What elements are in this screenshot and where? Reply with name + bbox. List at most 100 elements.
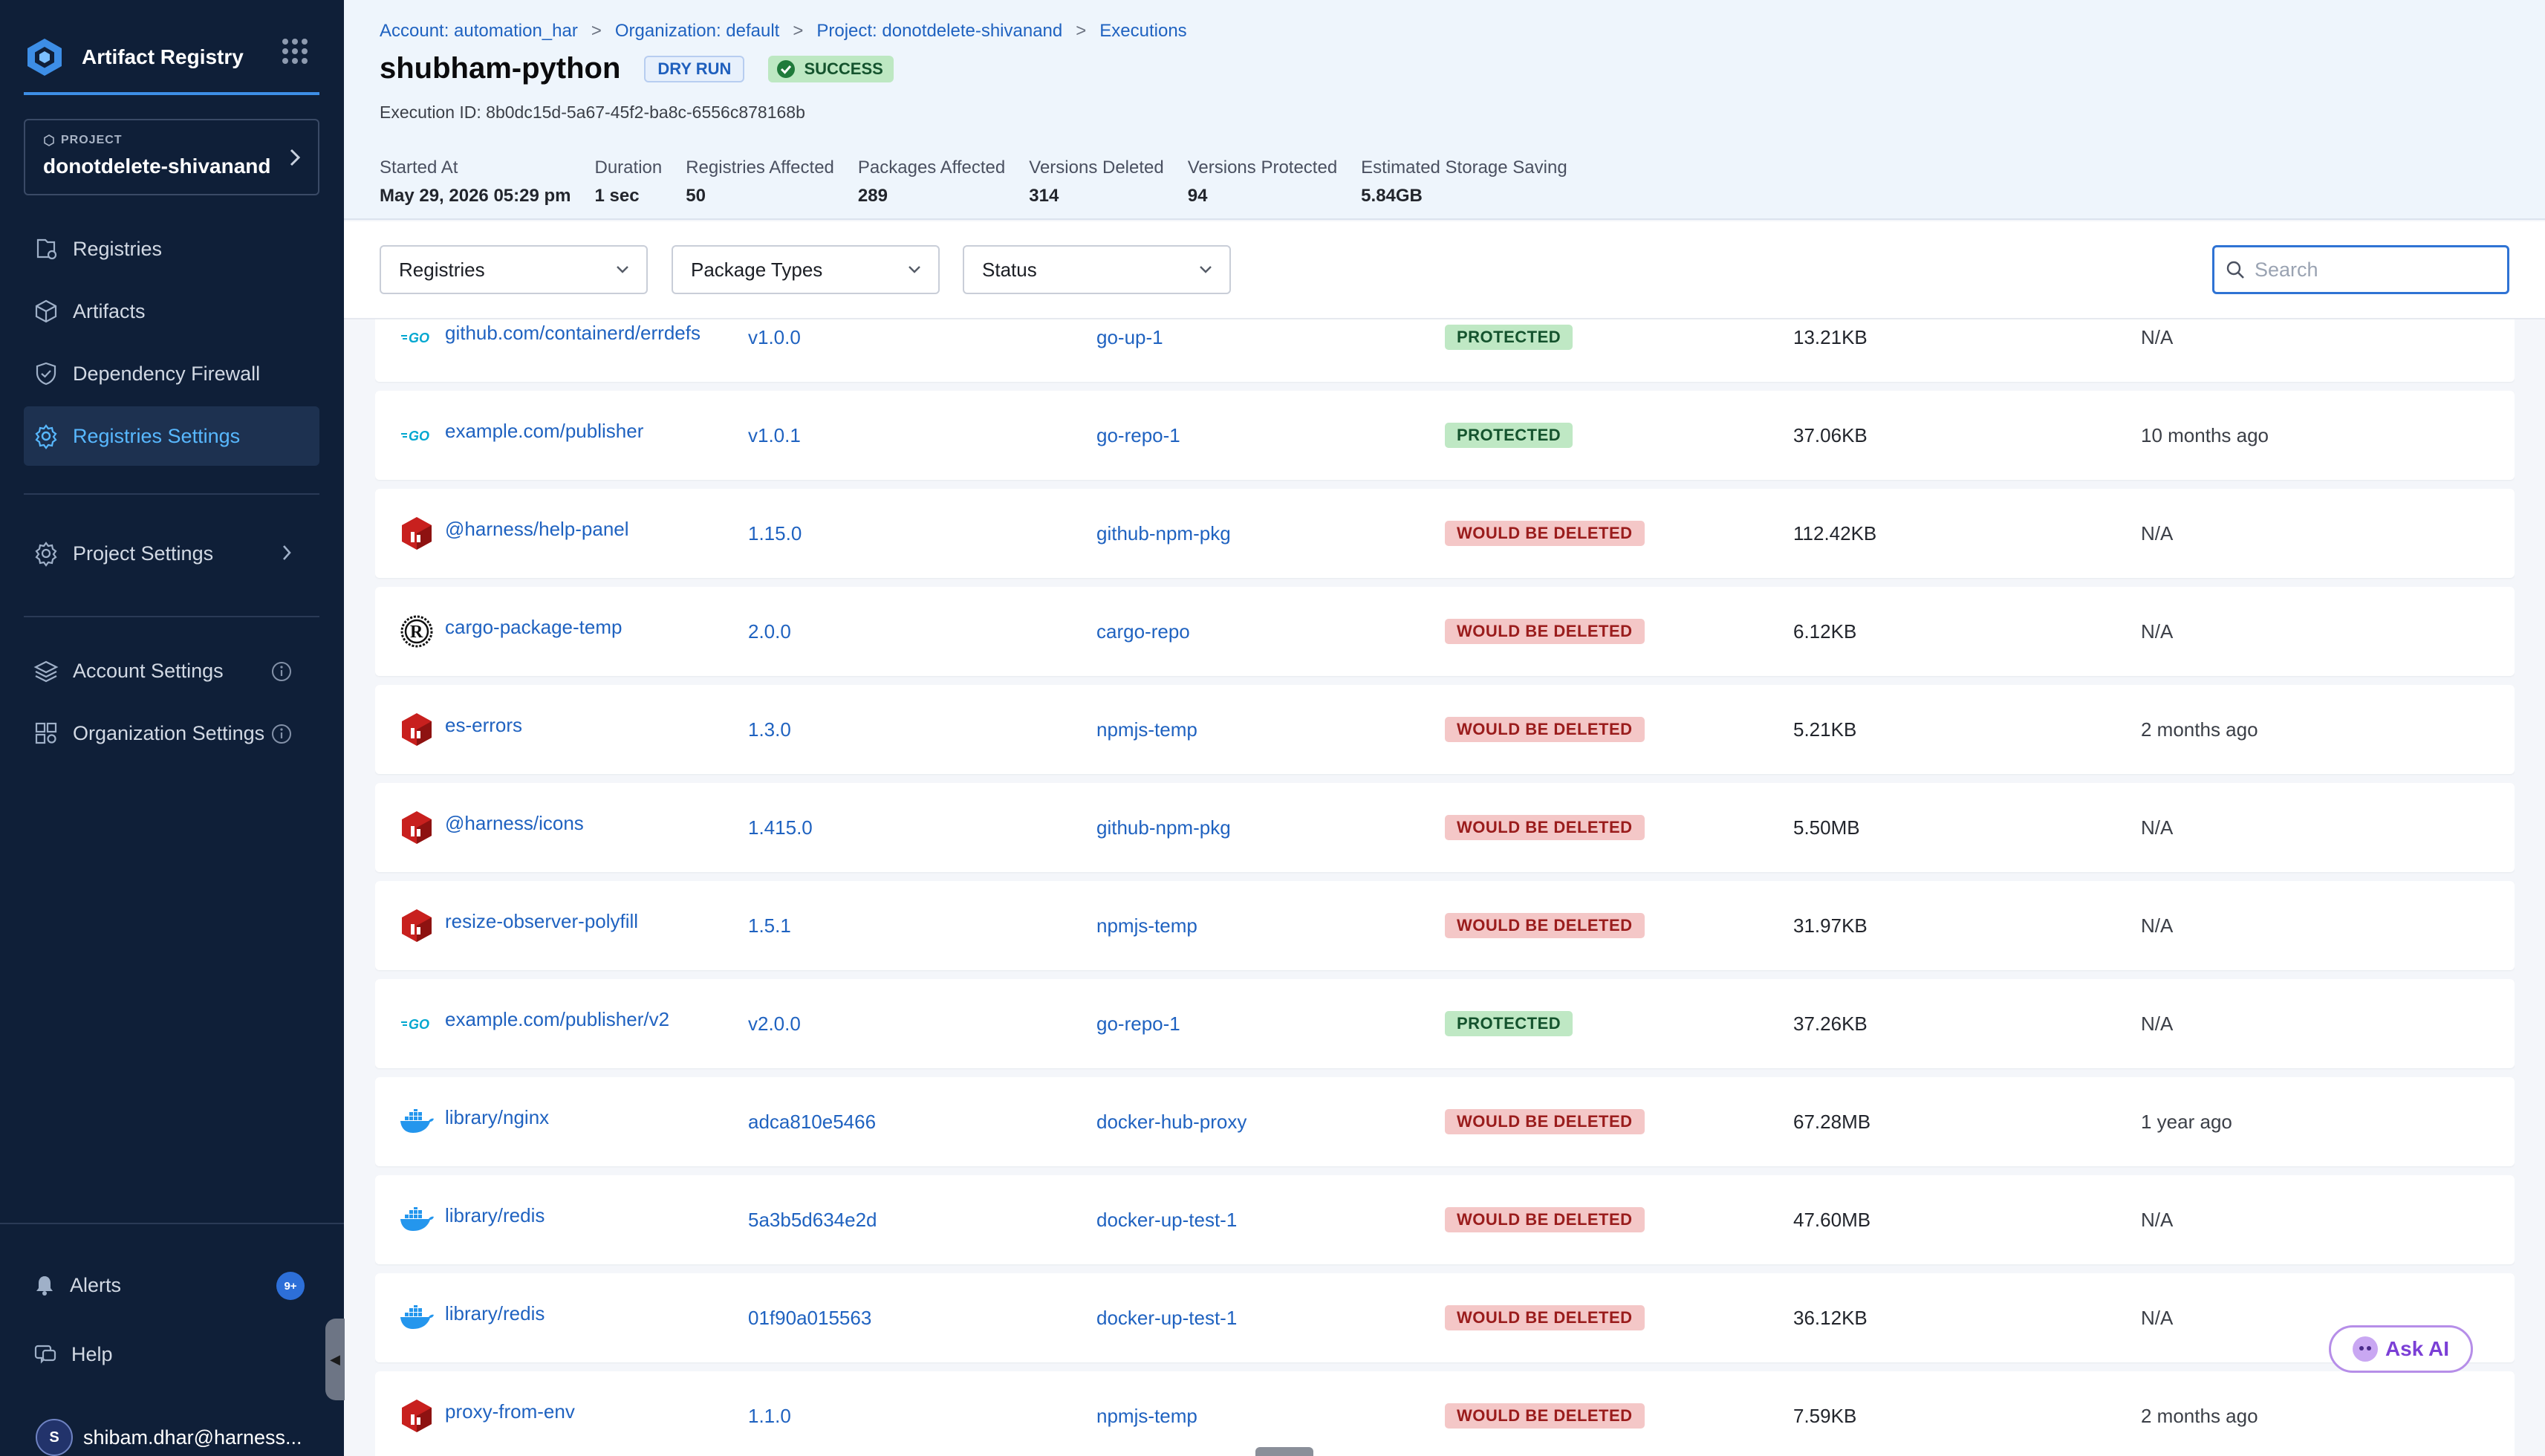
version-link[interactable]: 01f90a015563 <box>748 1307 871 1330</box>
avatar: S <box>36 1419 73 1456</box>
registry-link[interactable]: github-npm-pkg <box>1096 522 1231 545</box>
breadcrumb-executions[interactable]: Executions <box>1099 21 1186 42</box>
registry-link[interactable]: npmjs-temp <box>1096 914 1197 937</box>
package-name-link[interactable]: @harness/icons <box>445 812 584 835</box>
sidebar-collapse-handle[interactable]: ◀ <box>325 1319 345 1400</box>
registries-filter-dropdown[interactable]: Registries <box>380 245 648 294</box>
version-link[interactable]: 1.3.0 <box>748 718 791 741</box>
sidebar-item-artifacts[interactable]: Artifacts <box>24 282 319 341</box>
organization-icon <box>35 722 57 744</box>
registry-cell: github-npm-pkg <box>1096 489 1231 578</box>
docker-whale-icon <box>400 1305 434 1329</box>
stat-registries-affected: Registries Affected 50 <box>686 157 834 206</box>
registry-link[interactable]: npmjs-temp <box>1096 718 1197 741</box>
sidebar-item-organization-settings[interactable]: Organization Settings <box>24 703 319 763</box>
status-filter-dropdown[interactable]: Status <box>963 245 1231 294</box>
registry-link[interactable]: go-repo-1 <box>1096 1013 1180 1036</box>
package-types-filter-dropdown[interactable]: Package Types <box>672 245 940 294</box>
table-row[interactable]: R cargo-package-temp 2.0.0 cargo-repo WO… <box>375 587 2515 676</box>
registries-icon <box>36 238 57 260</box>
last-downloaded-cell: 2 months ago <box>2141 1404 2258 1427</box>
brand-header[interactable]: Artifact Registry <box>24 22 319 95</box>
registry-cell: npmjs-temp <box>1096 1371 1197 1456</box>
version-link[interactable]: v2.0.0 <box>748 1013 801 1036</box>
sidebar-item-alerts[interactable]: Alerts 9+ <box>24 1255 319 1315</box>
status-cell: WOULD BE DELETED <box>1445 587 1645 676</box>
table-row[interactable]: library/redis 5a3b5d634e2d docker-up-tes… <box>375 1175 2515 1264</box>
user-profile[interactable]: S shibam.dhar@harness... <box>36 1419 302 1456</box>
breadcrumb-organization[interactable]: Organization: default <box>615 21 779 42</box>
table-row[interactable]: library/redis 01f90a015563 docker-up-tes… <box>375 1273 2515 1362</box>
table-row[interactable]: resize-observer-polyfill 1.5.1 npmjs-tem… <box>375 881 2515 970</box>
breadcrumb-account[interactable]: Account: automation_har <box>380 21 578 42</box>
registry-link[interactable]: go-repo-1 <box>1096 424 1180 447</box>
docker-whale-icon <box>400 1109 434 1133</box>
info-icon[interactable] <box>270 660 293 683</box>
package-name-link[interactable]: @harness/help-panel <box>445 518 629 541</box>
sidebar-item-label: Organization Settings <box>73 721 265 744</box>
project-selector[interactable]: PROJECT donotdelete-shivanand <box>24 119 319 195</box>
registry-cell: go-up-1 <box>1096 319 1163 382</box>
sidebar-item-registries[interactable]: Registries <box>24 219 319 279</box>
package-name-link[interactable]: example.com/publisher/v2 <box>445 1008 669 1031</box>
page-title: shubham-python <box>380 52 621 85</box>
registry-link[interactable]: cargo-repo <box>1096 620 1190 643</box>
version-cell: 01f90a015563 <box>748 1273 871 1362</box>
sidebar-item-dependency-firewall[interactable]: Dependency Firewall <box>24 344 319 403</box>
table-row[interactable]: GO github.com/containerd/errdefs v1.0.0 … <box>375 319 2515 382</box>
package-name-link[interactable]: cargo-package-temp <box>445 616 622 639</box>
registry-link[interactable]: docker-hub-proxy <box>1096 1111 1247 1134</box>
app-switcher-grid-icon[interactable] <box>282 39 308 64</box>
sidebar-divider <box>24 616 319 617</box>
breadcrumb-project[interactable]: Project: donotdelete-shivanand <box>816 21 1062 42</box>
package-name-cell: GO example.com/publisher/v2 <box>399 979 669 1068</box>
status-cell: PROTECTED <box>1445 979 1573 1068</box>
table-row[interactable]: GO example.com/publisher/v2 v2.0.0 go-re… <box>375 979 2515 1068</box>
version-link[interactable]: adca810e5466 <box>748 1111 876 1134</box>
version-link[interactable]: v1.0.0 <box>748 326 801 349</box>
stat-storage-saving: Estimated Storage Saving 5.84GB <box>1361 157 1567 206</box>
sidebar-item-project-settings[interactable]: Project Settings <box>24 524 319 583</box>
table-row[interactable]: proxy-from-env 1.1.0 npmjs-temp WOULD BE… <box>375 1371 2515 1456</box>
package-name-link[interactable]: resize-observer-polyfill <box>445 910 638 933</box>
search-input[interactable] <box>2255 258 2492 282</box>
sidebar-item-help[interactable]: Help <box>24 1325 319 1384</box>
npm-package-icon <box>402 713 432 746</box>
package-name-cell: resize-observer-polyfill <box>399 881 638 970</box>
table-row[interactable]: library/nginx adca810e5466 docker-hub-pr… <box>375 1077 2515 1166</box>
package-name-link[interactable]: es-errors <box>445 714 522 737</box>
registry-link[interactable]: docker-up-test-1 <box>1096 1209 1237 1232</box>
package-name-link[interactable]: library/redis <box>445 1204 545 1227</box>
registry-link[interactable]: go-up-1 <box>1096 326 1163 349</box>
version-link[interactable]: 2.0.0 <box>748 620 791 643</box>
version-link[interactable]: 1.5.1 <box>748 914 791 937</box>
package-name-link[interactable]: library/redis <box>445 1302 545 1325</box>
version-link[interactable]: 1.1.0 <box>748 1405 791 1428</box>
package-name-link[interactable]: github.com/containerd/errdefs <box>445 322 701 345</box>
package-name-link[interactable]: example.com/publisher <box>445 420 643 443</box>
package-name-link[interactable]: library/nginx <box>445 1106 549 1129</box>
search-box[interactable] <box>2212 245 2509 294</box>
cargo-rust-icon: R <box>400 615 433 648</box>
version-link[interactable]: v1.0.1 <box>748 424 801 447</box>
table-row[interactable]: @harness/help-panel 1.15.0 github-npm-pk… <box>375 489 2515 578</box>
package-name-link[interactable]: proxy-from-env <box>445 1400 575 1423</box>
info-icon[interactable] <box>270 723 293 745</box>
table-row[interactable]: @harness/icons 1.415.0 github-npm-pkg WO… <box>375 783 2515 872</box>
registry-link[interactable]: npmjs-temp <box>1096 1405 1197 1428</box>
version-link[interactable]: 5a3b5d634e2d <box>748 1209 877 1232</box>
execution-header: Account: automation_har > Organization: … <box>344 0 2545 220</box>
registry-link[interactable]: github-npm-pkg <box>1096 816 1231 839</box>
scroll-handle[interactable] <box>1255 1447 1313 1456</box>
table-row[interactable]: GO example.com/publisher v1.0.1 go-repo-… <box>375 391 2515 480</box>
table-row[interactable]: es-errors 1.3.0 npmjs-temp WOULD BE DELE… <box>375 685 2515 774</box>
version-link[interactable]: 1.415.0 <box>748 816 813 839</box>
registry-link[interactable]: docker-up-test-1 <box>1096 1307 1237 1330</box>
ask-ai-button[interactable]: Ask AI <box>2329 1325 2473 1373</box>
sidebar-item-registries-settings[interactable]: Registries Settings <box>24 406 319 466</box>
sidebar-item-account-settings[interactable]: Account Settings <box>24 641 319 701</box>
version-link[interactable]: 1.15.0 <box>748 522 802 545</box>
size-cell: 31.97KB <box>1793 914 1868 937</box>
stat-packages-affected: Packages Affected 289 <box>857 157 1006 206</box>
chevron-right-icon: > <box>793 21 804 41</box>
